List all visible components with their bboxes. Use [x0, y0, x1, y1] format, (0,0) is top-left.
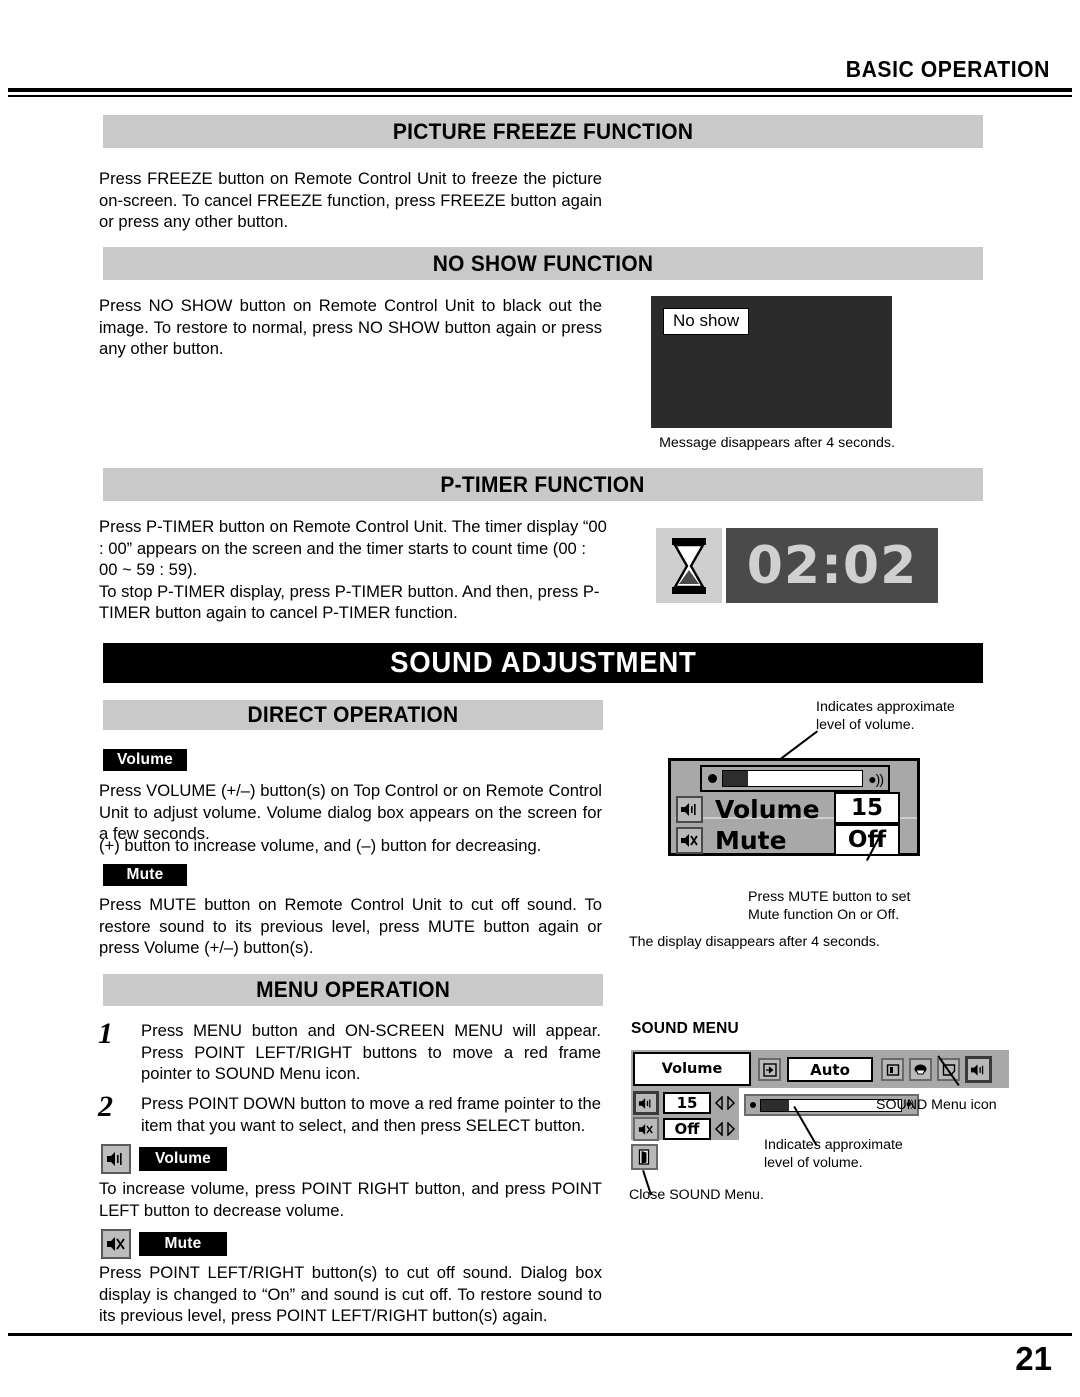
tag-volume-menu: Volume	[139, 1147, 227, 1171]
screen-icon[interactable]	[881, 1058, 904, 1081]
sound-menu-auto-box: Auto	[787, 1057, 873, 1082]
section-title-menu-operation: MENU OPERATION	[255, 977, 451, 1002]
no-show-osd-label: No show	[663, 308, 750, 335]
sound-menu-volume-value: 15	[663, 1092, 711, 1114]
osd-volume-gauge: ●))	[700, 765, 890, 792]
step-text-2: Press POINT DOWN button to move a red fr…	[141, 1094, 601, 1135]
speaker-mute-icon	[676, 827, 703, 854]
section-bar-no-show: NO SHOW FUNCTION	[103, 247, 983, 280]
paragraph-no-show: Press NO SHOW button on Remote Control U…	[99, 296, 602, 358]
gauge-min-dot-icon	[708, 774, 717, 783]
annotation-sound-menu-icon: SOUND Menu icon	[876, 1097, 997, 1113]
sound-menu-mute-value: Off	[663, 1118, 711, 1140]
caption-no-show: Message disappears after 4 seconds.	[659, 435, 895, 451]
osd-row-mute: Mute	[676, 826, 787, 855]
header-rule-thin	[8, 95, 1072, 97]
step-number-2: 2	[98, 1090, 113, 1123]
annotation-mute-line2: Mute function On or Off.	[748, 907, 900, 923]
osd-volume-value: 15	[834, 792, 900, 824]
sound-menu-mute-icon[interactable]	[633, 1117, 659, 1141]
p-timer-display: 02:02	[726, 528, 938, 603]
section-banner-sound-adjustment: SOUND ADJUSTMENT	[103, 643, 983, 683]
section-bar-picture-freeze: PICTURE FREEZE FUNCTION	[103, 115, 983, 148]
section-title-sound-adjustment: SOUND ADJUSTMENT	[389, 646, 697, 679]
osd-row-volume: Volume	[676, 795, 820, 824]
sm-gauge-fill	[761, 1099, 789, 1111]
section-bar-direct-operation: DIRECT OPERATION	[103, 700, 603, 730]
sound-menu-heading: SOUND MENU	[631, 1020, 739, 1037]
input-icon[interactable]	[758, 1058, 781, 1081]
section-bar-p-timer: P-TIMER FUNCTION	[103, 468, 983, 501]
sound-menu-title-box: Volume	[633, 1052, 751, 1086]
step-text-1: Press MENU button and ON-SCREEN MENU wil…	[141, 1021, 601, 1083]
volume-left-right-arrows-icon[interactable]	[714, 1095, 736, 1113]
page-number: 21	[1015, 1340, 1052, 1377]
paragraph-p-timer: Press P-TIMER button on Remote Control U…	[99, 517, 607, 622]
annotation-close-sound-menu: Close SOUND Menu.	[629, 1187, 764, 1203]
speaker-mute-icon-chip	[101, 1229, 131, 1259]
paragraph-volume-menu: To increase volume, press POINT RIGHT bu…	[99, 1179, 602, 1220]
hourglass-icon	[656, 528, 722, 603]
footer-rule	[8, 1333, 1072, 1336]
header-rule-thick	[8, 88, 1072, 92]
annotation-level-of-volume-1: Indicates approximate level of volume.	[816, 698, 1016, 734]
speaker-icon	[676, 796, 703, 823]
annotation-level2-line2: level of volume.	[764, 1155, 863, 1171]
annotation-display-disappears: The display disappears after 4 seconds.	[629, 934, 880, 950]
tag-mute-menu: Mute	[139, 1232, 227, 1256]
page-title: BASIC OPERATION	[845, 56, 1050, 82]
speaker-icon-chip-volume	[101, 1144, 131, 1174]
paragraph-mute-direct: Press MUTE button on Remote Control Unit…	[99, 895, 602, 957]
step-number-1: 1	[98, 1017, 113, 1050]
section-title-picture-freeze: PICTURE FREEZE FUNCTION	[392, 118, 694, 144]
section-title-p-timer: P-TIMER FUNCTION	[440, 471, 646, 497]
page-header: BASIC OPERATION	[0, 0, 1080, 100]
annotation-level-of-volume-2: Indicates approximate level of volume.	[764, 1136, 974, 1172]
gauge-max-speaker-icon: ●))	[868, 770, 884, 787]
paragraph-picture-freeze: Press FREEZE button on Remote Control Un…	[99, 169, 602, 231]
sm-gauge-min-dot-icon	[750, 1102, 756, 1108]
mute-left-right-arrows-icon[interactable]	[714, 1121, 736, 1139]
osd-volume-label: Volume	[715, 795, 820, 824]
section-bar-menu-operation: MENU OPERATION	[103, 974, 603, 1006]
annotation-level-line2: level of volume.	[816, 717, 915, 733]
osd-mute-label: Mute	[715, 826, 787, 855]
tag-volume-direct: Volume	[103, 749, 187, 771]
annotation-mute-line1: Press MUTE button to set	[748, 889, 911, 905]
image-icon[interactable]	[909, 1058, 932, 1081]
section-title-no-show: NO SHOW FUNCTION	[432, 250, 654, 276]
gauge-fill	[723, 771, 749, 786]
close-sound-menu-icon[interactable]	[631, 1144, 658, 1170]
tag-mute-direct: Mute	[103, 864, 187, 886]
gauge-track	[722, 770, 864, 787]
sound-icon[interactable]	[965, 1056, 992, 1083]
paragraph-volume-direct-2: (+) button to increase volume, and (–) b…	[99, 836, 542, 855]
no-show-screen-preview: No show	[651, 296, 892, 428]
annotation-mute-note: Press MUTE button to set Mute function O…	[748, 888, 978, 924]
osd-mute-value: Off	[834, 824, 900, 856]
paragraph-mute-menu: Press POINT LEFT/RIGHT button(s) to cut …	[99, 1263, 602, 1325]
sound-menu-volume-icon[interactable]	[633, 1091, 659, 1115]
section-title-direct-operation: DIRECT OPERATION	[247, 702, 459, 727]
annotation-level2-line1: Indicates approximate	[764, 1137, 903, 1153]
annotation-level-line1: Indicates approximate	[816, 699, 955, 715]
